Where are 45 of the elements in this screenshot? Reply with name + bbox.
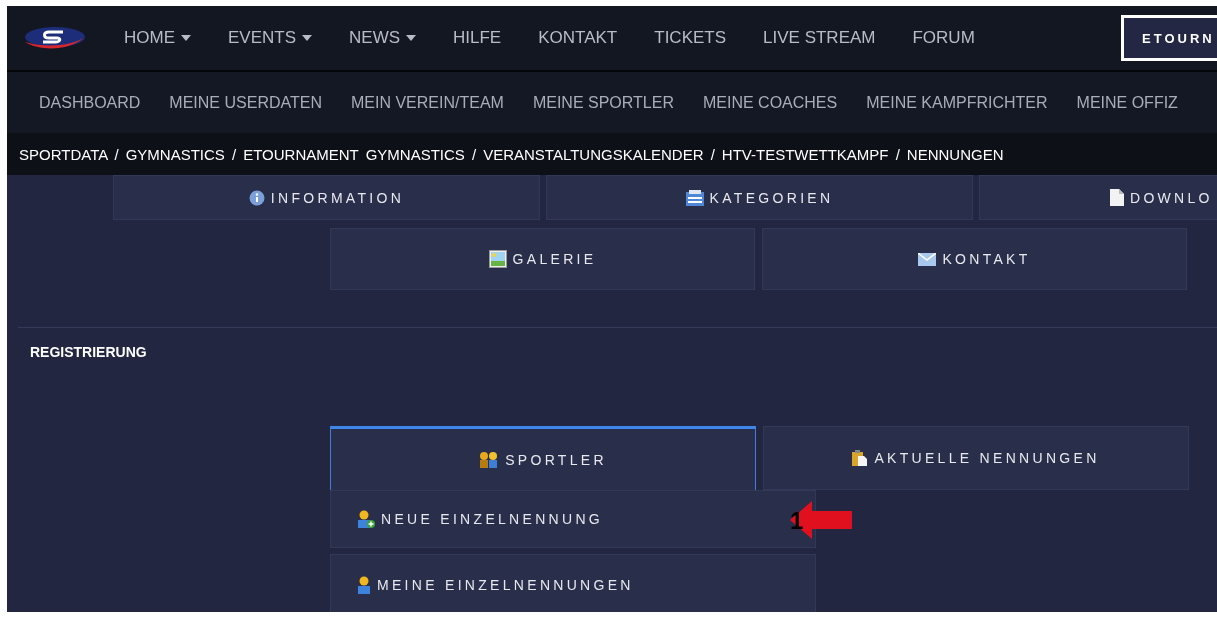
person-icon xyxy=(357,576,371,594)
nav-link[interactable]: KONTAKT xyxy=(538,28,618,48)
nav-link[interactable]: TICKETS xyxy=(654,28,727,48)
caret-icon xyxy=(406,35,417,41)
document-icon xyxy=(1110,189,1124,206)
dropdown-item[interactable]: MEINE EINZELNENNUNGEN xyxy=(330,554,816,612)
nav-link[interactable]: HILFE xyxy=(453,28,502,48)
nav-link[interactable]: DASHBOARD xyxy=(39,93,141,112)
etournament-button[interactable]: ETOURN xyxy=(1121,15,1217,61)
breadcrumb-link[interactable]: VERANSTALTUNGSKALENDER / xyxy=(483,145,715,163)
menu-tile[interactable]: KATEGORIEN xyxy=(546,175,973,220)
nav-link[interactable]: MEINE SPORTLER xyxy=(532,93,674,112)
breadcrumb-link[interactable]: SPORTDATA / xyxy=(19,145,119,163)
menu-tile[interactable]: KONTAKT xyxy=(762,228,1187,290)
menu-tile[interactable]: INFORMATION xyxy=(113,175,540,220)
envelope-icon xyxy=(918,252,937,266)
breadcrumb-link[interactable]: HTV-TESTWETTKAMPF / xyxy=(721,145,900,163)
nav-link[interactable]: MEINE USERDATEN xyxy=(169,93,322,112)
breadcrumb-link[interactable]: ETOURNAMENT GYMNASTICS / xyxy=(243,145,477,163)
nav-link[interactable]: HOME xyxy=(124,28,191,48)
breadcrumb-link[interactable]: NENNUNGEN xyxy=(906,145,1004,163)
tab[interactable]: SPORTLER xyxy=(330,426,756,490)
info-icon xyxy=(248,189,265,206)
annotation-arrow xyxy=(790,501,852,539)
clipboard-icon xyxy=(852,450,869,466)
caret-icon xyxy=(302,35,313,41)
nav-link[interactable]: MEIN VEREIN/TEAM xyxy=(350,93,504,112)
nav-link[interactable]: NEWS xyxy=(349,28,417,48)
nav-link[interactable]: FORUM xyxy=(912,28,975,48)
menu-tile[interactable]: GALERIE xyxy=(330,228,755,290)
tab[interactable]: AKTUELLE NENNUNGEN xyxy=(763,426,1189,490)
person-add-icon xyxy=(357,510,375,528)
picture-icon xyxy=(488,250,507,268)
section-title: REGISTRIERUNG xyxy=(30,344,148,360)
people-icon xyxy=(479,451,500,468)
caret-icon xyxy=(181,35,191,41)
breadcrumb-link[interactable]: GYMNASTICS / xyxy=(125,145,237,163)
menu-tile[interactable]: DOWNLO xyxy=(979,175,1217,220)
nav-link[interactable]: MEINE KAMPFRICHTER xyxy=(866,93,1048,112)
nav-link[interactable]: LIVE STREAM xyxy=(763,28,876,48)
annotation-number: 1 xyxy=(790,507,804,535)
nav-link[interactable]: MEINE OFFIZ xyxy=(1076,93,1178,112)
folder-icon xyxy=(685,189,704,206)
nav-link[interactable]: EVENTS xyxy=(228,28,313,48)
nav-link[interactable]: MEINE COACHES xyxy=(702,93,838,112)
